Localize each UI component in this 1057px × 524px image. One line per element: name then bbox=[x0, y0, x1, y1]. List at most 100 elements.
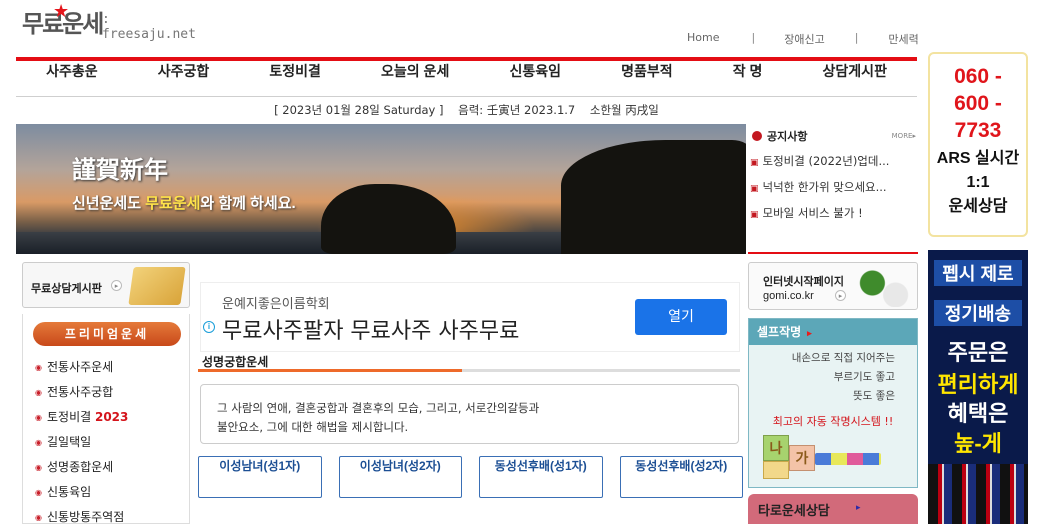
premium-item-label: 신통방통주역점 bbox=[46, 510, 125, 524]
tarot-panel[interactable]: 타로운세상담 ▸ bbox=[748, 494, 918, 524]
ad-headline[interactable]: 무료사주팔자 무료사주 사주무료 bbox=[222, 313, 519, 345]
arrow-icon: ▸ bbox=[807, 328, 812, 338]
banner-sub-prefix: 신년운세도 bbox=[72, 195, 146, 212]
self-naming-line: 뜻도 좋은 bbox=[853, 390, 895, 402]
match-type-buttons: 이성남녀(성1자) 이성남녀(성2자) 동성선후배(성1자) 동성선후배(성2자… bbox=[198, 456, 743, 498]
ad-line: 정기배송 bbox=[934, 300, 1022, 326]
nav-item-tojeong[interactable]: 토정비결 bbox=[239, 61, 351, 96]
notebook-quill-icon bbox=[128, 267, 186, 305]
section-description: 그 사람의 연애, 결혼궁합과 결혼후의 모습, 그리고, 서로간의갈등과 불안… bbox=[200, 384, 739, 444]
premium-item-label: 성명종합운세 bbox=[46, 460, 114, 474]
notice-title-label: 공지사항 bbox=[767, 131, 808, 143]
self-naming-title: 셀프작명 ▸ bbox=[749, 319, 917, 345]
ars-phone-box[interactable]: 060 - 600 - 7733 ARS 실시간 1:1 운세상담 bbox=[928, 52, 1028, 237]
more-link[interactable]: MORE▸ bbox=[892, 132, 916, 140]
premium-item-label: 토정비결 bbox=[46, 410, 95, 424]
date-bar: [ 2023년 01월 28일 Saturday ] 음력: 壬寅년 2023.… bbox=[274, 103, 659, 117]
report-link[interactable]: 장애신고 bbox=[784, 31, 824, 47]
plant-icon bbox=[855, 267, 913, 307]
nav-item-yukim[interactable]: 신통육임 bbox=[479, 61, 591, 96]
self-naming-cta: 최고의 자동 작명시스템 !! bbox=[772, 415, 894, 428]
letter-blocks-image: 나 가 bbox=[763, 431, 883, 481]
banner-subtitle: 신년운세도 무료운세와 함께 하세요. bbox=[72, 192, 296, 213]
premium-item[interactable]: 전통사주궁합 bbox=[35, 383, 128, 408]
divider: | bbox=[854, 31, 859, 44]
nav-item-saju-total[interactable]: 사주총운 bbox=[16, 61, 128, 96]
ad-advertiser: 운예지좋은이름학회 bbox=[222, 297, 330, 312]
opposite-sex-1char-button[interactable]: 이성남녀(성1자) bbox=[198, 456, 322, 498]
premium-fortune-panel: 프리미엄운세 전통사주운세 전통사주궁합 토정비결 2023 길일택일 성명종합… bbox=[22, 314, 190, 524]
notice-item[interactable]: 넉넉한 한가위 맞으세요... bbox=[750, 180, 916, 206]
same-sex-1char-button[interactable]: 동성선후배(성1자) bbox=[479, 456, 603, 498]
self-naming-title-label: 셀프작명 bbox=[757, 325, 802, 339]
letter-block bbox=[763, 461, 789, 479]
opposite-sex-2char-button[interactable]: 이성남녀(성2자) bbox=[338, 456, 462, 498]
ad-line: 혜택은 bbox=[947, 401, 1009, 426]
home-link[interactable]: Home bbox=[687, 31, 719, 47]
premium-item[interactable]: 전통사주운세 bbox=[35, 358, 128, 383]
description-line: 그 사람의 연애, 결혼궁합과 결혼후의 모습, 그리고, 서로간의갈등과 bbox=[217, 401, 540, 415]
notice-panel: 공지사항 MORE▸ 토정비결 (2022년)업데... 넉넉한 한가위 맞으세… bbox=[748, 124, 918, 254]
cans-image bbox=[928, 464, 1028, 524]
free-board-banner[interactable]: 무료상담게시판 ▸ bbox=[22, 262, 190, 308]
banner-sub-highlight: 무료운세 bbox=[145, 195, 201, 212]
premium-item-label: 길일택일 bbox=[46, 435, 92, 449]
ars-text-line: 운세상담 bbox=[948, 198, 1008, 215]
year-badge: 2023 bbox=[94, 410, 129, 424]
start-page-banner[interactable]: 인터넷시작페이지 gomi.co.kr ▸ bbox=[748, 262, 918, 310]
cliff-image bbox=[561, 140, 746, 254]
ars-number-line: 060 - bbox=[954, 65, 1002, 88]
ad-info-icon[interactable]: i bbox=[203, 321, 215, 333]
side-ad-banner[interactable]: 펩시 제로 정기배송 주문은 편리하게 혜택은 높-게 bbox=[928, 250, 1028, 524]
start-page-domain: gomi.co.kr bbox=[763, 290, 814, 302]
notice-item[interactable]: 토정비결 (2022년)업데... bbox=[750, 154, 916, 180]
logo-domain: : freesaju.net bbox=[102, 12, 196, 42]
ad-line: 높-게 bbox=[954, 431, 1002, 456]
bullet-icon bbox=[752, 131, 762, 141]
premium-item[interactable]: 길일택일 bbox=[35, 433, 128, 458]
description-line: 불안요소, 그에 대한 해법을 제시합니다. bbox=[217, 420, 409, 434]
divider: | bbox=[751, 31, 756, 44]
calendar-link[interactable]: 만세력 bbox=[888, 31, 918, 47]
letter-block: 나 bbox=[763, 435, 789, 461]
notice-item[interactable]: 모바일 서비스 불가 ! bbox=[750, 206, 916, 232]
premium-item-label: 전통사주궁합 bbox=[46, 385, 114, 399]
ars-text-line: ARS 실시간 bbox=[936, 150, 1020, 167]
self-naming-panel[interactable]: 셀프작명 ▸ 내손으로 직접 지어주는 부르기도 좋고 뜻도 좋은 최고의 자동 … bbox=[748, 318, 918, 488]
premium-item-label: 신통육임 bbox=[46, 485, 92, 499]
premium-item[interactable]: 신통육임 bbox=[35, 483, 128, 508]
ad-line: 주문은 bbox=[947, 340, 1009, 365]
ad-line: 편리하게 bbox=[937, 372, 1019, 397]
section-underline bbox=[198, 369, 740, 372]
nav-item-board[interactable]: 상담게시판 bbox=[792, 61, 917, 96]
nav-item-today-fortune[interactable]: 오늘의 운세 bbox=[351, 61, 479, 96]
banner-sub-suffix: 와 함께 하세요. bbox=[200, 195, 296, 212]
arrow-icon: ▸ bbox=[835, 290, 846, 301]
ad-open-button[interactable]: 열기 bbox=[635, 299, 727, 335]
nav-item-saju-match[interactable]: 사주궁합 bbox=[128, 61, 240, 96]
tarot-title: 타로운세상담 bbox=[758, 503, 830, 518]
arrow-icon: ▸ bbox=[856, 503, 861, 513]
text-ad[interactable]: i 운예지좋은이름학회 무료사주팔자 무료사주 사주무료 열기 bbox=[200, 282, 740, 352]
notice-title[interactable]: 공지사항 bbox=[752, 128, 807, 144]
arrow-icon: ▸ bbox=[111, 280, 122, 291]
site-logo[interactable]: 무료운세 ★ : freesaju.net bbox=[22, 1, 196, 42]
premium-item[interactable]: 성명종합운세 bbox=[35, 458, 128, 483]
start-page-label: 인터넷시작페이지 bbox=[763, 276, 844, 288]
premium-item[interactable]: 토정비결 2023 bbox=[35, 408, 128, 433]
same-sex-2char-button[interactable]: 동성선후배(성2자) bbox=[619, 456, 743, 498]
ad-line: 펩시 제로 bbox=[934, 260, 1022, 286]
ars-number-line: 7733 bbox=[954, 119, 1002, 142]
nav-item-talisman[interactable]: 명품부적 bbox=[591, 61, 703, 96]
premium-item[interactable]: 신통방통주역점 bbox=[35, 508, 128, 524]
premium-item-label: 전통사주운세 bbox=[46, 360, 114, 374]
hero-banner[interactable]: 謹賀新年 신년운세도 무료운세와 함께 하세요. bbox=[16, 124, 746, 254]
left-column: 무료상담게시판 ▸ 프리미엄운세 전통사주운세 전통사주궁합 토정비결 2023… bbox=[22, 262, 190, 524]
self-naming-line: 부르기도 좋고 bbox=[833, 371, 895, 383]
self-naming-line: 내손으로 직접 지어주는 bbox=[791, 352, 895, 364]
section-title: 성명궁합운세 bbox=[202, 355, 269, 369]
nav-item-naming[interactable]: 작 명 bbox=[703, 61, 793, 96]
letter-block: 가 bbox=[789, 445, 815, 471]
premium-title: 프리미엄운세 bbox=[33, 322, 181, 346]
ars-number-line: 600 - bbox=[954, 92, 1002, 115]
